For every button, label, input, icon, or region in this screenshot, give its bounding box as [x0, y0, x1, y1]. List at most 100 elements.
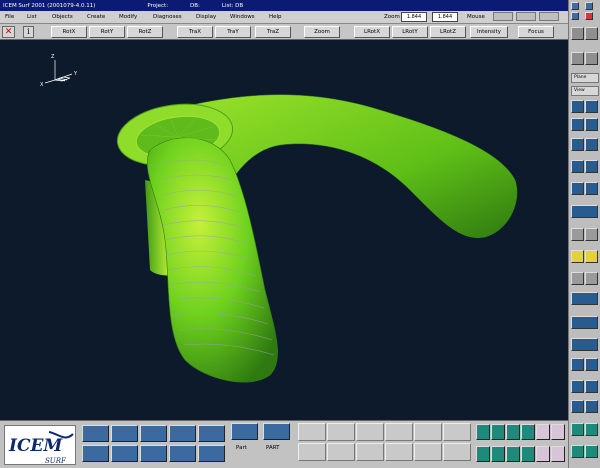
close-icon[interactable]: ✕: [2, 26, 15, 38]
menu-create[interactable]: Create: [87, 14, 105, 20]
rotz-button[interactable]: RotZ: [127, 26, 163, 38]
layout-icon[interactable]: [571, 12, 579, 20]
surface-tool-icon-3[interactable]: [506, 424, 520, 440]
empty-slot-3[interactable]: [356, 423, 384, 441]
empty-slot-8[interactable]: [327, 443, 355, 461]
grid-icon[interactable]: [571, 380, 584, 393]
empty-slot-12[interactable]: [443, 443, 471, 461]
menu-display[interactable]: Display: [196, 14, 216, 20]
surface-tool-icon-6[interactable]: [551, 424, 565, 440]
mouse-field-1[interactable]: [493, 12, 513, 21]
view-tool-icon-6[interactable]: [585, 138, 598, 151]
tray-button[interactable]: TraY: [215, 26, 251, 38]
empty-slot-2[interactable]: [327, 423, 355, 441]
intensity-button[interactable]: Intensity: [470, 26, 508, 38]
plane-tool-icon[interactable]: [571, 205, 598, 218]
surface-tool-icon-9[interactable]: [506, 446, 520, 462]
display-icon[interactable]: [571, 292, 598, 305]
view-tool-icon-4[interactable]: [585, 118, 598, 131]
menu-modify[interactable]: Modify: [119, 14, 137, 20]
red-sphere-icon[interactable]: [585, 52, 598, 65]
empty-slot-1[interactable]: [298, 423, 326, 441]
traz-button[interactable]: TraZ: [255, 26, 291, 38]
zoom-value-field-1[interactable]: 1.844: [401, 12, 427, 22]
shape-tool-icon[interactable]: [169, 425, 196, 442]
curve-icon[interactable]: [571, 338, 598, 351]
rotx-button[interactable]: RotX: [51, 26, 87, 38]
zoom-button[interactable]: Zoom: [304, 26, 340, 38]
menu-list[interactable]: List: [27, 14, 37, 20]
menu-help[interactable]: Help: [269, 14, 282, 20]
surface-tool-icon-11[interactable]: [536, 446, 550, 462]
view-dropdown[interactable]: View: [571, 86, 599, 96]
menu-windows[interactable]: Windows: [230, 14, 255, 20]
measure-icon-2[interactable]: [585, 358, 598, 371]
window-icon-2[interactable]: [585, 2, 593, 10]
empty-slot-6[interactable]: [443, 423, 471, 441]
lrotz-button[interactable]: LRotZ: [430, 26, 466, 38]
columns-icon[interactable]: [169, 445, 196, 462]
wrench-icon[interactable]: [571, 316, 598, 329]
part-snowflake-icon[interactable]: [231, 423, 258, 440]
view-tool-icon-3[interactable]: [571, 118, 584, 131]
empty-slot-11[interactable]: [414, 443, 442, 461]
trax-button[interactable]: TraX: [177, 26, 213, 38]
sphere-icon[interactable]: [571, 27, 584, 40]
view-tool-icon[interactable]: [571, 100, 584, 113]
surface-tool-icon-4[interactable]: [521, 424, 535, 440]
surface-tool-icon-10[interactable]: [521, 446, 535, 462]
plane-dropdown[interactable]: Plane: [571, 73, 599, 83]
roty-button[interactable]: RotY: [89, 26, 125, 38]
camera-icon[interactable]: [571, 52, 584, 65]
tool-icon[interactable]: [571, 272, 584, 285]
view-tool-icon-9[interactable]: [571, 182, 584, 195]
sphere-shaded-icon[interactable]: [585, 27, 598, 40]
close-window-icon[interactable]: [585, 12, 593, 20]
view-tool-icon-2[interactable]: [585, 100, 598, 113]
window-icon[interactable]: [571, 2, 579, 10]
grid-icon-2[interactable]: [585, 380, 598, 393]
folder-open-icon[interactable]: [82, 425, 109, 442]
3d-viewport[interactable]: Z X Y: [0, 40, 568, 420]
smiley-icon[interactable]: [571, 250, 584, 263]
tool-icon-2[interactable]: [585, 272, 598, 285]
lrotx-button[interactable]: LRotX: [354, 26, 390, 38]
mouse-field-3[interactable]: [539, 12, 559, 21]
zoom-value-field-2[interactable]: 1.844: [432, 12, 458, 22]
view-tool-icon-10[interactable]: [585, 182, 598, 195]
surface-tool-icon-5[interactable]: [536, 424, 550, 440]
surface-tool-icon-8[interactable]: [491, 446, 505, 462]
menu-file[interactable]: File: [5, 14, 14, 20]
empty-slot-10[interactable]: [385, 443, 413, 461]
empty-slot-7[interactable]: [298, 443, 326, 461]
mouse-field-2[interactable]: [516, 12, 536, 21]
view-tool-icon-8[interactable]: [585, 160, 598, 173]
check-icon-3[interactable]: [571, 445, 584, 458]
view-tool-icon-5[interactable]: [571, 138, 584, 151]
eye-view-icon[interactable]: [140, 425, 167, 442]
lroty-button[interactable]: LRotY: [392, 26, 428, 38]
surface-tool-icon-1[interactable]: [476, 424, 490, 440]
part-caps-snowflake-icon[interactable]: [263, 423, 290, 440]
section-icon[interactable]: [571, 400, 584, 413]
abc-icon[interactable]: [198, 445, 225, 462]
surface-tool-icon-12[interactable]: [551, 446, 565, 462]
bucket-icon[interactable]: [111, 445, 138, 462]
curve-tool-icon[interactable]: [140, 445, 167, 462]
eye-icon[interactable]: [571, 228, 584, 241]
surface-tool-icon-7[interactable]: [476, 446, 490, 462]
eye-icon-2[interactable]: [585, 228, 598, 241]
edit-tool-icon[interactable]: [198, 425, 225, 442]
view-tool-icon-7[interactable]: [571, 160, 584, 173]
empty-slot-5[interactable]: [414, 423, 442, 441]
copy-files-icon[interactable]: [111, 425, 138, 442]
check-icon-4[interactable]: [585, 445, 598, 458]
folder-icon[interactable]: [82, 445, 109, 462]
menu-objects[interactable]: Objects: [52, 14, 73, 20]
measure-icon[interactable]: [571, 358, 584, 371]
focus-button[interactable]: Focus: [518, 26, 554, 38]
info-icon[interactable]: i: [23, 26, 34, 38]
section-icon-2[interactable]: [585, 400, 598, 413]
menu-diagnoses[interactable]: Diagnoses: [153, 14, 182, 20]
check-icon-2[interactable]: [585, 423, 598, 436]
